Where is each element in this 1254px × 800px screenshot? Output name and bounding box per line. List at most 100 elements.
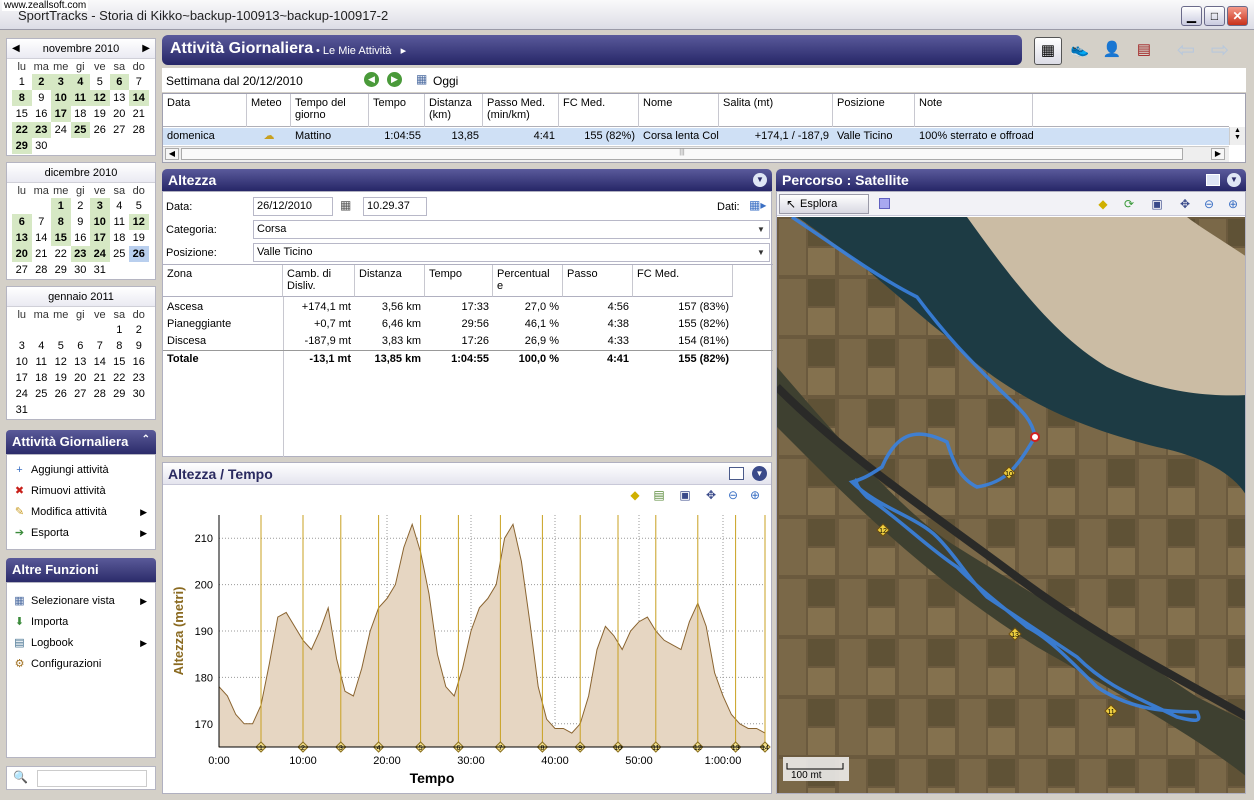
calendar-day[interactable]: 28	[32, 262, 52, 278]
zone-row[interactable]: Pianeggiante +0,7 mt 6,46 km 29:56 46,1 % 4:3…	[163, 316, 773, 333]
calendar-day[interactable]: 8	[12, 90, 32, 106]
athlete-icon[interactable]: 👤	[1098, 37, 1126, 65]
zoom-out-icon[interactable]: ⊖	[725, 487, 741, 503]
calendar-day[interactable]: 29	[110, 386, 130, 402]
next-week-icon[interactable]: ▶	[387, 72, 402, 87]
calendar-day[interactable]: 16	[71, 230, 91, 246]
zone-total-row[interactable]: Totale -13,1 mt 13,85 km 1:04:55 100,0 % 4:41…	[163, 350, 773, 367]
save-disk-icon[interactable]: ▣	[1149, 196, 1165, 212]
calendar-day[interactable]: 29	[12, 138, 32, 154]
date-picker-icon[interactable]: ▦	[340, 198, 351, 212]
zone-column-header[interactable]: Percentual e	[493, 265, 563, 297]
action-item[interactable]: ▤ Logbook ▶	[7, 633, 155, 654]
calendar-day[interactable]: 17	[51, 106, 71, 122]
calendar-day[interactable]: 19	[129, 230, 149, 246]
calendar-day[interactable]: 14	[129, 90, 149, 106]
calendar-day[interactable]: 22	[51, 246, 71, 262]
calendar-day[interactable]: 2	[71, 198, 91, 214]
date-field[interactable]: 26/12/2010	[253, 197, 333, 216]
calendar-day[interactable]: 3	[51, 74, 71, 90]
calendar-day[interactable]: 28	[129, 122, 149, 138]
forward-arrow-icon[interactable]: ⇨	[1206, 37, 1234, 65]
calendar-day[interactable]: 29	[51, 262, 71, 278]
zoom-out-icon[interactable]: ⊖	[1201, 196, 1217, 212]
calendar-day[interactable]: 7	[129, 74, 149, 90]
calendar-day[interactable]: 7	[32, 214, 52, 230]
today-button[interactable]: Oggi	[433, 74, 458, 88]
daily-activity-panel-header[interactable]: Attività Giornaliera ⌃	[6, 430, 156, 454]
table-row[interactable]: domenica ☁ Mattino 1:04:55 13,85 4:41 155 (82%…	[163, 128, 1229, 145]
calendar-day[interactable]: 12	[90, 90, 110, 106]
calendar-day[interactable]: 23	[70, 246, 90, 262]
column-header[interactable]: FC Med.	[559, 94, 639, 127]
column-header[interactable]: Nome	[639, 94, 719, 127]
start-marker[interactable]	[1030, 432, 1040, 442]
calendar-day[interactable]: 12	[51, 354, 71, 370]
calendar-day[interactable]: 16	[32, 106, 52, 122]
calendar-day[interactable]: 25	[110, 246, 130, 262]
column-header[interactable]: Passo Med. (min/km)	[483, 94, 559, 127]
position-select[interactable]: Valle Ticino ▼	[253, 243, 770, 262]
data-calculator-icon[interactable]: ▦▸	[749, 198, 766, 212]
logbook-icon[interactable]: ▤	[1130, 37, 1158, 65]
calendar-day[interactable]: 14	[32, 230, 52, 246]
close-button[interactable]: ✕	[1227, 6, 1248, 26]
calendar-day[interactable]: 5	[90, 74, 110, 90]
calendar-day[interactable]: 19	[90, 106, 110, 122]
calendar-day[interactable]: 16	[129, 354, 149, 370]
calendar-day[interactable]: 22	[12, 122, 32, 138]
calendar-day[interactable]: 31	[12, 402, 32, 418]
zone-column-header[interactable]: Passo	[563, 265, 633, 297]
calendar-day[interactable]: 17	[90, 230, 110, 246]
horizontal-scrollbar[interactable]: ◀ ||| ▶	[163, 146, 1229, 162]
calendar-day[interactable]: 24	[51, 122, 71, 138]
calendar-day[interactable]: 21	[32, 246, 52, 262]
calendar-day[interactable]: 11	[110, 214, 130, 230]
layout-toggle-icon[interactable]	[729, 467, 744, 480]
calendar-day[interactable]: 4	[70, 74, 90, 90]
calendar-day[interactable]: 20	[71, 370, 91, 386]
calendar-day[interactable]: 26	[51, 386, 71, 402]
calendar-day[interactable]: 9	[129, 338, 149, 354]
column-header[interactable]: Distanza (km)	[425, 94, 483, 127]
calendar-day[interactable]: 6	[71, 338, 91, 354]
calendar-day[interactable]: 5	[51, 338, 71, 354]
calendar-day[interactable]: 13	[71, 354, 91, 370]
calendar-day[interactable]: 14	[90, 354, 110, 370]
maximize-button[interactable]: □	[1204, 6, 1225, 26]
breadcrumb[interactable]: • Le Mie Attività ▸	[316, 44, 406, 57]
back-arrow-icon[interactable]: ⇦	[1172, 37, 1200, 65]
calendar-day[interactable]: 1	[12, 74, 32, 90]
calendar-day[interactable]: 21	[129, 106, 149, 122]
calendar-day[interactable]: 5	[129, 198, 149, 214]
calendar-day[interactable]: 8	[51, 214, 71, 230]
scroll-right-icon[interactable]: ▶	[1211, 148, 1225, 160]
calendar-day[interactable]: 30	[129, 386, 149, 402]
time-field[interactable]: 10.29.37	[363, 197, 427, 216]
category-select[interactable]: Corsa ▼	[253, 220, 770, 239]
calendar-day[interactable]: 3	[90, 198, 110, 214]
action-item[interactable]: ⚙ Configurazioni	[7, 654, 155, 675]
calendar-day[interactable]: 6	[109, 74, 129, 90]
chart-collapse-icon[interactable]: ▼	[752, 466, 767, 481]
calendar-day[interactable]: 27	[12, 262, 32, 278]
zoom-in-icon[interactable]: ⊕	[747, 487, 763, 503]
action-item[interactable]: + Aggiungi attività	[7, 460, 155, 481]
calendar-day[interactable]: 24	[90, 246, 110, 262]
altitude-chart[interactable]: 1701801902002100:00 10:00 20:00 30:00 40:00 5…	[163, 509, 771, 793]
calendar-day[interactable]: 18	[32, 370, 52, 386]
calendar-day[interactable]: 17	[12, 370, 32, 386]
calendar-day[interactable]: 28	[90, 386, 110, 402]
calendar-day[interactable]: 22	[110, 370, 130, 386]
action-item[interactable]: ➔ Esporta ▶	[7, 523, 155, 544]
prev-week-icon[interactable]: ◀	[364, 72, 379, 87]
refresh-icon[interactable]: ⟳	[1121, 196, 1137, 212]
calendar-day[interactable]: 27	[71, 386, 91, 402]
chevron-down-icon[interactable]: ▼	[753, 221, 769, 238]
calendar-day[interactable]: 11	[32, 354, 52, 370]
map-layout-icon[interactable]	[1206, 174, 1220, 186]
action-item[interactable]: ⬇ Importa	[7, 612, 155, 633]
zoom-in-icon[interactable]: ⊕	[1225, 196, 1241, 212]
column-header[interactable]: Salita (mt)	[719, 94, 833, 127]
calendar-day[interactable]: 4	[32, 338, 52, 354]
